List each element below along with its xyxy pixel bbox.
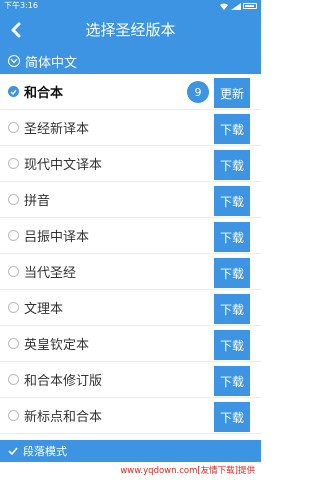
download-button[interactable]: 下载	[214, 150, 250, 180]
download-button[interactable]: 下载	[214, 114, 250, 144]
version-name: 当代圣经	[24, 266, 77, 281]
signal-icon	[231, 2, 241, 10]
version-row[interactable]: 拼音 下载	[0, 182, 261, 218]
version-name: 拼音	[24, 194, 51, 209]
watermark: www.yqdown.com[友情下载]提供	[0, 462, 261, 480]
download-button[interactable]: 下载	[214, 294, 250, 324]
status-time: 下午3:16	[4, 1, 38, 10]
download-button[interactable]: 下载	[214, 186, 250, 216]
battery-icon	[243, 3, 257, 9]
wifi-icon	[220, 3, 228, 10]
version-row[interactable]: 和合本修订版 下载	[0, 362, 261, 398]
version-row[interactable]: 当代圣经 下载	[0, 254, 261, 290]
radio-icon[interactable]	[8, 194, 19, 205]
radio-icon[interactable]	[8, 122, 19, 133]
page-title: 选择圣经版本	[85, 21, 176, 39]
radio-icon[interactable]	[8, 266, 19, 277]
update-count-badge: 9	[187, 81, 209, 103]
radio-checked-icon[interactable]	[8, 86, 19, 97]
download-button[interactable]: 下载	[214, 402, 250, 432]
status-icons	[219, 0, 257, 12]
radio-icon[interactable]	[8, 302, 19, 313]
status-bar: 下午3:16	[0, 0, 261, 12]
radio-icon[interactable]	[8, 374, 19, 385]
version-name: 和合本	[24, 86, 64, 101]
title-bar: 选择圣经版本	[0, 12, 261, 48]
version-name: 新标点和合本	[24, 410, 103, 425]
update-button[interactable]: 更新	[214, 78, 250, 108]
paragraph-mode-toggle[interactable]: 段落模式	[0, 440, 261, 462]
version-row[interactable]: 英皇钦定本 下载	[0, 326, 261, 362]
version-row[interactable]: 吕振中译本 下载	[0, 218, 261, 254]
paragraph-mode-label: 段落模式	[23, 445, 67, 458]
radio-icon[interactable]	[8, 158, 19, 169]
download-button[interactable]: 下载	[214, 330, 250, 360]
download-button[interactable]: 下载	[214, 222, 250, 252]
version-name: 现代中文译本	[24, 158, 103, 173]
radio-icon[interactable]	[8, 338, 19, 349]
download-button[interactable]: 下载	[214, 366, 250, 396]
checkmark-icon	[8, 447, 18, 456]
version-row[interactable]: 文理本 下载	[0, 290, 261, 326]
radio-icon[interactable]	[8, 410, 19, 421]
version-name: 文理本	[24, 302, 64, 317]
version-name: 和合本修订版	[24, 374, 103, 389]
section-label: 简体中文	[25, 55, 78, 71]
version-row[interactable]: 现代中文译本 下载	[0, 146, 261, 182]
version-name: 英皇钦定本	[24, 338, 90, 353]
version-list: 和合本 9 更新 圣经新译本 下载 现代中文译本 下载 拼音 下载 吕振中译本 …	[0, 74, 261, 434]
collapse-icon	[8, 55, 20, 67]
version-row[interactable]: 新标点和合本 下载	[0, 398, 261, 434]
download-button[interactable]: 下载	[214, 258, 250, 288]
radio-icon[interactable]	[8, 230, 19, 241]
version-name: 吕振中译本	[24, 230, 90, 245]
version-name: 圣经新译本	[24, 122, 90, 137]
section-simplified-chinese[interactable]: 简体中文	[0, 48, 261, 74]
version-row[interactable]: 和合本 9 更新	[0, 74, 261, 110]
version-row[interactable]: 圣经新译本 下载	[0, 110, 261, 146]
